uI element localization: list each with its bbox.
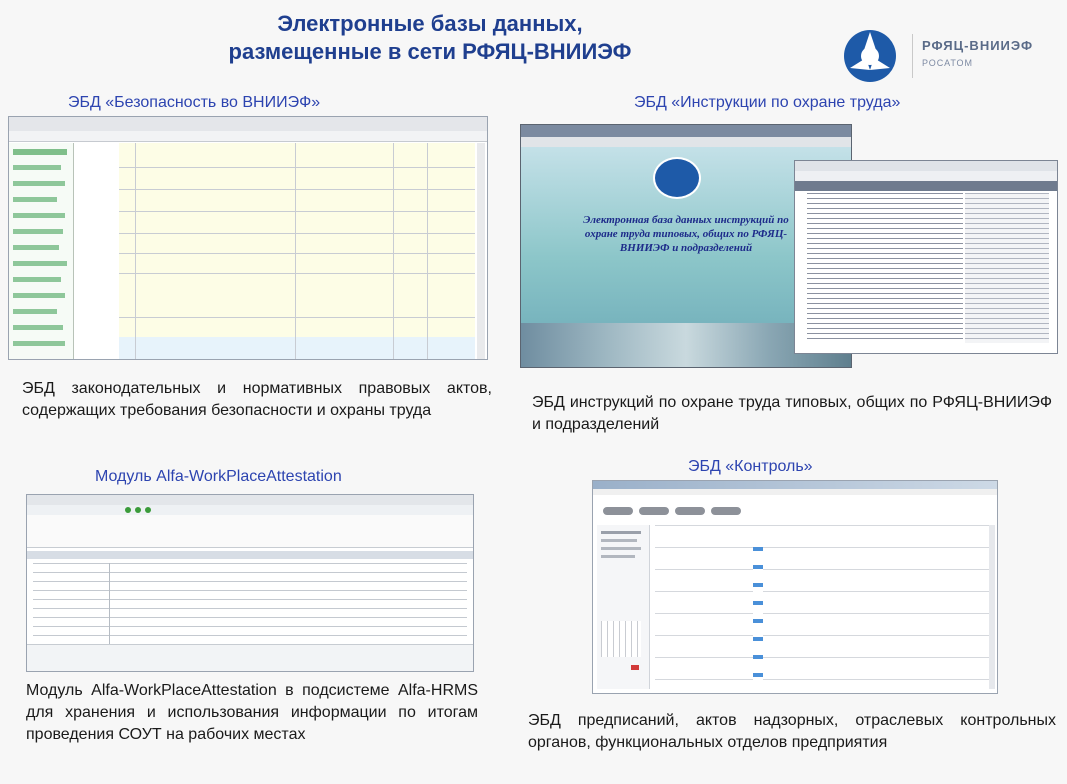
instructions-list-window [794, 160, 1058, 354]
slide-title-line2: размещенные в сети РФЯЦ-ВНИИЭФ [228, 39, 632, 64]
instructions-caption: ЭБД «Инструкции по охране труда» [634, 94, 901, 111]
alfa-description: Модуль Alfa-WorkPlaceAttestation в подси… [26, 682, 478, 743]
slide-title-line1: Электронные базы данных, [277, 11, 583, 36]
logo-name: РФЯЦ-ВНИИЭФ [922, 38, 1034, 53]
alfa-screenshot [26, 494, 474, 672]
control-description: ЭБД предписаний, актов надзорных, отрасл… [528, 712, 1056, 751]
instructions-splash-text: Электронная база данных инструкций по ох… [583, 214, 789, 254]
alfa-caption: Модуль Alfa-WorkPlaceAttestation [95, 468, 342, 485]
slide-title: Электронные базы данных, размещенные в с… [150, 10, 710, 66]
safety-screenshot [8, 116, 488, 360]
instructions-description: ЭБД инструкций по охране труда типовых, … [532, 394, 1052, 433]
safety-caption: ЭБД «Безопасность во ВНИИЭФ» [68, 94, 321, 111]
rosatom-logo-icon [844, 30, 896, 82]
control-caption: ЭБД «Контроль» [688, 458, 813, 475]
safety-description: ЭБД законодательных и нормативных правов… [22, 380, 492, 419]
logo-separator [912, 34, 913, 78]
rosatom-logo: РФЯЦ-ВНИИЭФ РОСАТОМ [842, 28, 1052, 84]
control-screenshot [592, 480, 998, 694]
logo-subtitle: РОСАТОМ [922, 58, 973, 68]
